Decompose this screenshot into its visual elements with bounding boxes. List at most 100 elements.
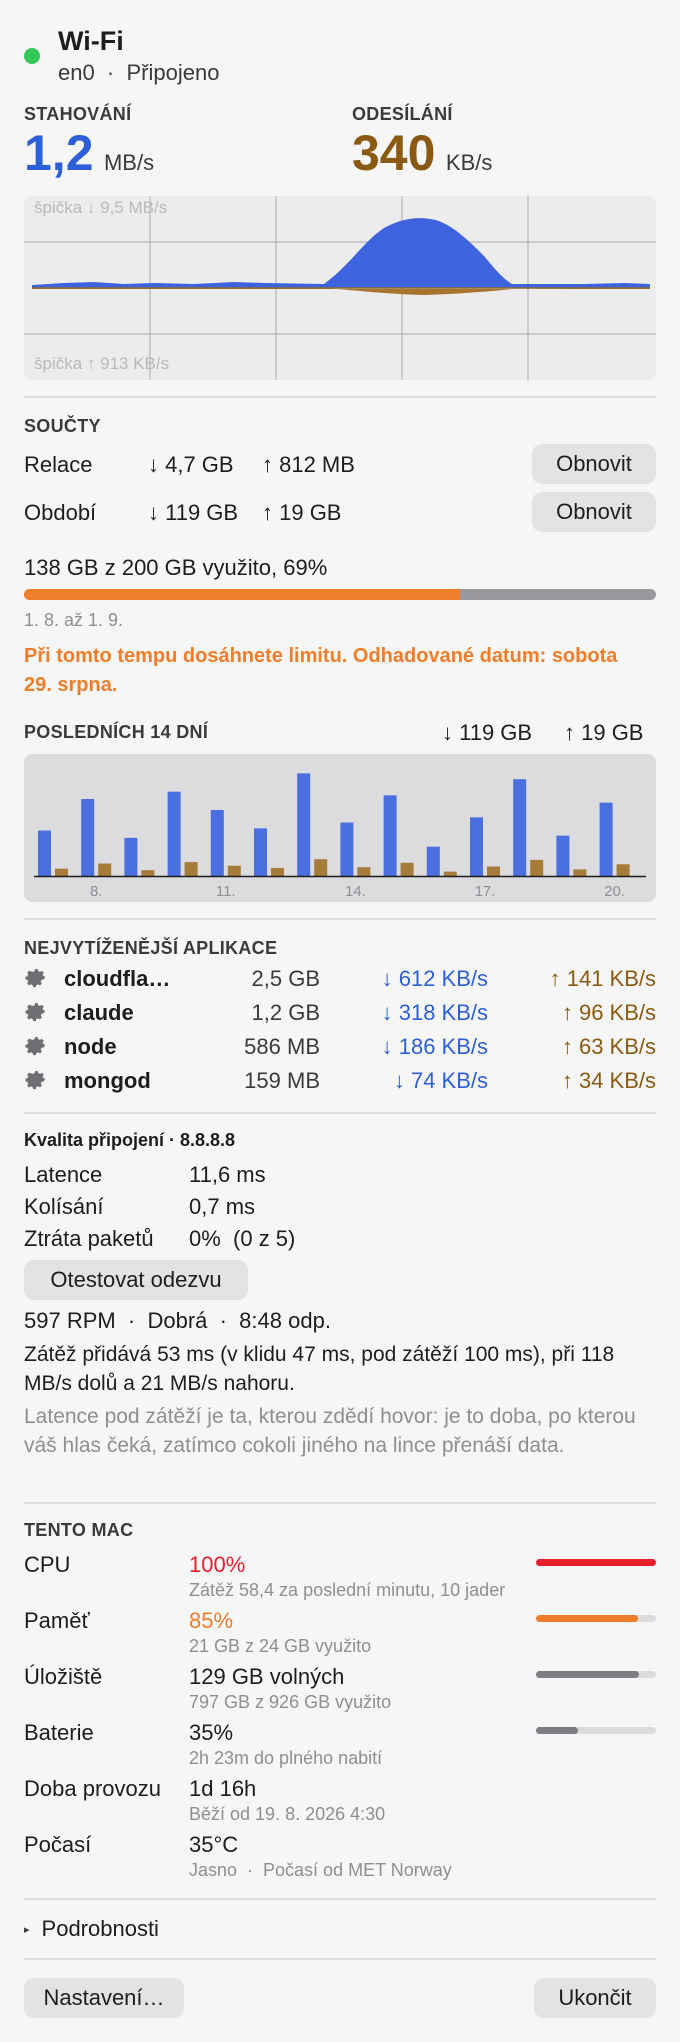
download-bar (556, 835, 570, 876)
session-reset-button[interactable]: Obnovit (532, 444, 656, 484)
daily-usage-chart: 8. 11. 14. 17. 20. (24, 754, 656, 902)
settings-button[interactable]: Nastavení… (24, 1978, 184, 2018)
divider (24, 1112, 656, 1114)
peak-download-label: špička ↓ 9,5 MB/s (34, 198, 168, 217)
cpu-detail: Zátěž 58,4 za poslední minutu, 10 jader (189, 1580, 506, 1600)
download-bar (426, 846, 440, 876)
x-tick-label: 20. (604, 883, 625, 900)
packet-loss-label: Ztráta paketů (24, 1226, 154, 1251)
last14-up-total: ↑ 19 GB (564, 720, 644, 745)
cpu-bar (536, 1559, 656, 1566)
upload-bar (573, 869, 587, 876)
details-label: Podrobnosti (41, 1916, 159, 1941)
x-tick-label: 14. (345, 883, 366, 900)
download-bar (38, 830, 51, 876)
last14-down-total: ↓ 119 GB (442, 720, 533, 745)
quality-header: Kvalita připojení · 8.8.8.8 (24, 1130, 236, 1150)
upload-bar (55, 868, 68, 876)
x-tick-label: 8. (90, 883, 103, 900)
upload-bar (357, 867, 371, 876)
upload-unit: KB/s (445, 150, 493, 175)
download-area (32, 218, 650, 288)
details-disclosure[interactable]: ▸ Podrobnosti (24, 1916, 159, 1942)
usage-bar-fill (24, 589, 461, 600)
download-bar (340, 822, 354, 876)
battery-bar-fill (536, 1727, 578, 1734)
gear-icon (24, 1034, 48, 1058)
weather-label: Počasí (24, 1832, 92, 1857)
app-name: mongod (64, 1068, 151, 1093)
download-value: 1,2 MB/s (24, 124, 154, 182)
period-down: ↓ 119 GB (148, 500, 239, 525)
daily-usage-chart-svg: 8. 11. 14. 17. 20. (34, 773, 646, 900)
mac-header: TENTO MAC (24, 1520, 134, 1540)
latency-explanation: Latence pod zátěží je ta, kterou zdědí h… (24, 1405, 636, 1457)
memory-detail: 21 GB z 24 GB využito (189, 1636, 372, 1656)
x-tick-label: 17. (475, 883, 496, 900)
divider (24, 1898, 656, 1900)
download-bar (254, 828, 267, 876)
rpm-line: 597 RPM · Dobrá · 8:48 odp. (24, 1308, 331, 1333)
limit-warning: Při tomto tempu dosáhnete limitu. Odhado… (24, 645, 618, 696)
totals-header: SOUČTY (24, 416, 101, 436)
app-down-rate: ↓ 318 KB/s (381, 1000, 488, 1025)
memory-bar (536, 1615, 656, 1622)
storage-value: 129 GB volných (189, 1664, 345, 1689)
disclosure-triangle-icon: ▸ (24, 1923, 30, 1936)
network-title: Wi-Fi (58, 26, 124, 56)
upload-value: 340 KB/s (352, 124, 492, 182)
app-name: cloudfla… (64, 966, 171, 991)
storage-label: Úložiště (24, 1664, 103, 1689)
x-tick-label: 11. (216, 883, 236, 900)
session-down: ↓ 4,7 GB (148, 452, 234, 477)
upload-bar (400, 862, 414, 876)
upload-bar (227, 865, 241, 876)
usage-text: 138 GB z 200 GB využito, 69% (24, 555, 328, 580)
memory-value: 85% (189, 1608, 234, 1633)
app-name: claude (64, 1000, 134, 1025)
battery-label: Baterie (24, 1720, 94, 1745)
upload-bar (98, 863, 112, 876)
storage-bar-fill (536, 1671, 640, 1678)
uptime-value: 1d 16h (189, 1776, 257, 1801)
app-name: node (64, 1034, 117, 1059)
weather-value: 35°C (189, 1832, 239, 1857)
download-bar (81, 799, 95, 876)
app-total: 159 MB (244, 1068, 320, 1093)
cpu-value: 100% (189, 1552, 246, 1577)
upload-bar (487, 866, 500, 876)
jitter-value: 0,7 ms (189, 1194, 256, 1219)
download-label: STAHOVÁNÍ (24, 104, 132, 124)
upload-rate: 340 (352, 125, 436, 181)
session-label: Relace (24, 452, 93, 477)
upload-bar (184, 862, 198, 876)
app-up-rate: ↑ 63 KB/s (561, 1034, 656, 1059)
download-rate: 1,2 (24, 125, 94, 181)
peak-upload-label: špička ↑ 913 KB/s (34, 354, 170, 373)
app-total: 586 MB (244, 1034, 320, 1059)
app-total: 2,5 GB (251, 966, 320, 991)
download-bar (167, 791, 181, 876)
session-up: ↑ 812 MB (262, 452, 355, 477)
upload-bar (314, 859, 328, 876)
divider (24, 1502, 656, 1504)
download-bar (210, 810, 224, 876)
app-down-rate: ↓ 186 KB/s (381, 1034, 488, 1059)
upload-label: ODESÍLÁNÍ (352, 104, 453, 124)
period-range: 1. 8. až 1. 9. (24, 610, 124, 630)
upload-bar (141, 870, 155, 876)
status-dot (24, 48, 40, 64)
app-down-rate: ↓ 74 KB/s (393, 1068, 488, 1093)
last14-header: POSLEDNÍCH 14 DNÍ (24, 722, 209, 742)
latency-label: Latence (24, 1162, 103, 1187)
period-reset-button[interactable]: Obnovit (532, 492, 656, 532)
upload-bar (616, 864, 630, 876)
period-up: ↑ 19 GB (262, 500, 342, 525)
uptime-label: Doba provozu (24, 1776, 161, 1801)
weather-detail: Jasno · Počasí od MET Norway (189, 1860, 452, 1880)
memory-bar-fill (536, 1615, 638, 1622)
packet-loss-value: 0% (0 z 5) (189, 1226, 296, 1251)
quit-button[interactable]: Ukončit (534, 1978, 656, 2018)
test-latency-button[interactable]: Otestovat odezvu (24, 1260, 248, 1300)
load-text: Zátěž přidává 53 ms (v klidu 47 ms, pod … (24, 1343, 615, 1395)
